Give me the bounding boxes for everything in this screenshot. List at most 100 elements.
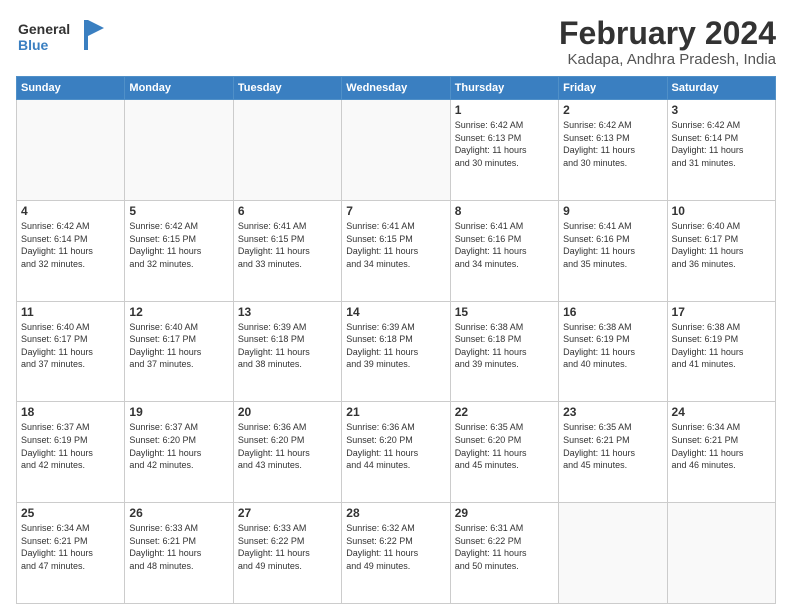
calendar-week-row: 25Sunrise: 6:34 AMSunset: 6:21 PMDayligh…: [17, 503, 776, 604]
table-row: 29 Sunrise: 6:31 AMSunset: 6:22 PMDayligh…: [450, 503, 558, 604]
day-number: 3: [672, 103, 771, 117]
day-number: 25: [21, 506, 120, 520]
day-info: Sunrise: 6:39 AMSunset: 6:18 PMDaylight:…: [238, 321, 337, 371]
day-info: Sunrise: 6:40 AMSunset: 6:17 PMDaylight:…: [672, 220, 771, 270]
table-row: 8Sunrise: 6:41 AMSunset: 6:16 PMDaylight…: [450, 200, 558, 301]
day-info: Sunrise: 6:42 AMSunset: 6:13 PMDaylight:…: [563, 119, 662, 169]
day-info: Sunrise: 6:36 AMSunset: 6:20 PMDaylight:…: [346, 421, 445, 471]
day-info: Sunrise: 6:38 AMSunset: 6:18 PMDaylight:…: [455, 321, 554, 371]
month-title: February 2024: [559, 16, 776, 51]
table-row: 21 Sunrise: 6:36 AMSunset: 6:20 PMDayligh…: [342, 402, 450, 503]
day-info: Sunrise: 6:32 AMSunset: 6:22 PMDaylight:…: [346, 522, 445, 572]
table-row: 2 Sunrise: 6:42 AMSunset: 6:13 PMDaylight…: [559, 100, 667, 201]
col-thursday: Thursday: [450, 77, 558, 100]
col-sunday: Sunday: [17, 77, 125, 100]
day-number: 28: [346, 506, 445, 520]
day-info: Sunrise: 6:35 AMSunset: 6:20 PMDaylight:…: [455, 421, 554, 471]
calendar-header-row: Sunday Monday Tuesday Wednesday Thursday…: [17, 77, 776, 100]
calendar-week-row: 11 Sunrise: 6:40 AMSunset: 6:17 PMDayligh…: [17, 301, 776, 402]
table-row: 6Sunrise: 6:41 AMSunset: 6:15 PMDaylight…: [233, 200, 341, 301]
day-info: Sunrise: 6:39 AMSunset: 6:18 PMDaylight:…: [346, 321, 445, 371]
day-info: Sunrise: 6:31 AMSunset: 6:22 PMDaylight:…: [455, 522, 554, 572]
day-number: 1: [455, 103, 554, 117]
day-number: 7: [346, 204, 445, 218]
day-number: 18: [21, 405, 120, 419]
table-row: [559, 503, 667, 604]
day-number: 16: [563, 305, 662, 319]
day-info: Sunrise: 6:33 AMSunset: 6:21 PMDaylight:…: [129, 522, 228, 572]
table-row: 5 Sunrise: 6:42 AMSunset: 6:15 PMDaylight…: [125, 200, 233, 301]
day-info: Sunrise: 6:35 AMSunset: 6:21 PMDaylight:…: [563, 421, 662, 471]
day-number: 29: [455, 506, 554, 520]
day-number: 6: [238, 204, 337, 218]
day-info: Sunrise: 6:37 AMSunset: 6:19 PMDaylight:…: [21, 421, 120, 471]
day-number: 17: [672, 305, 771, 319]
table-row: 18 Sunrise: 6:37 AMSunset: 6:19 PMDayligh…: [17, 402, 125, 503]
table-row: 20 Sunrise: 6:36 AMSunset: 6:20 PMDayligh…: [233, 402, 341, 503]
day-info: Sunrise: 6:41 AMSunset: 6:16 PMDaylight:…: [455, 220, 554, 270]
calendar-week-row: 18 Sunrise: 6:37 AMSunset: 6:19 PMDayligh…: [17, 402, 776, 503]
day-info: Sunrise: 6:42 AMSunset: 6:15 PMDaylight:…: [129, 220, 228, 270]
table-row: 23 Sunrise: 6:35 AMSunset: 6:21 PMDayligh…: [559, 402, 667, 503]
table-row: 15Sunrise: 6:38 AMSunset: 6:18 PMDayligh…: [450, 301, 558, 402]
table-row: 14 Sunrise: 6:39 AMSunset: 6:18 PMDayligh…: [342, 301, 450, 402]
day-number: 22: [455, 405, 554, 419]
table-row: 11 Sunrise: 6:40 AMSunset: 6:17 PMDayligh…: [17, 301, 125, 402]
day-number: 2: [563, 103, 662, 117]
table-row: 3 Sunrise: 6:42 AMSunset: 6:14 PMDaylight…: [667, 100, 775, 201]
day-number: 23: [563, 405, 662, 419]
svg-text:Blue: Blue: [18, 37, 49, 53]
table-row: [233, 100, 341, 201]
day-number: 24: [672, 405, 771, 419]
day-info: Sunrise: 6:42 AMSunset: 6:14 PMDaylight:…: [21, 220, 120, 270]
day-number: 9: [563, 204, 662, 218]
day-number: 10: [672, 204, 771, 218]
table-row: 9 Sunrise: 6:41 AMSunset: 6:16 PMDaylight…: [559, 200, 667, 301]
day-info: Sunrise: 6:36 AMSunset: 6:20 PMDaylight:…: [238, 421, 337, 471]
calendar-week-row: 1 Sunrise: 6:42 AMSunset: 6:13 PMDaylight…: [17, 100, 776, 201]
logo: General Blue: [16, 16, 106, 63]
table-row: 27Sunrise: 6:33 AMSunset: 6:22 PMDayligh…: [233, 503, 341, 604]
table-row: 4 Sunrise: 6:42 AMSunset: 6:14 PMDaylight…: [17, 200, 125, 301]
table-row: 22 Sunrise: 6:35 AMSunset: 6:20 PMDayligh…: [450, 402, 558, 503]
svg-text:General: General: [18, 21, 70, 37]
day-number: 12: [129, 305, 228, 319]
table-row: 28 Sunrise: 6:32 AMSunset: 6:22 PMDayligh…: [342, 503, 450, 604]
day-number: 5: [129, 204, 228, 218]
day-number: 20: [238, 405, 337, 419]
day-info: Sunrise: 6:38 AMSunset: 6:19 PMDaylight:…: [563, 321, 662, 371]
day-number: 21: [346, 405, 445, 419]
col-saturday: Saturday: [667, 77, 775, 100]
calendar-week-row: 4 Sunrise: 6:42 AMSunset: 6:14 PMDaylight…: [17, 200, 776, 301]
title-area: February 2024 Kadapa, Andhra Pradesh, In…: [559, 16, 776, 68]
location-title: Kadapa, Andhra Pradesh, India: [559, 51, 776, 68]
day-info: Sunrise: 6:41 AMSunset: 6:16 PMDaylight:…: [563, 220, 662, 270]
day-info: Sunrise: 6:42 AMSunset: 6:13 PMDaylight:…: [455, 119, 554, 169]
col-monday: Monday: [125, 77, 233, 100]
table-row: [125, 100, 233, 201]
page: General Blue February 2024 Kadapa, Andhr…: [0, 0, 792, 612]
header: General Blue February 2024 Kadapa, Andhr…: [16, 16, 776, 68]
day-info: Sunrise: 6:40 AMSunset: 6:17 PMDaylight:…: [21, 321, 120, 371]
table-row: 7Sunrise: 6:41 AMSunset: 6:15 PMDaylight…: [342, 200, 450, 301]
table-row: 13Sunrise: 6:39 AMSunset: 6:18 PMDayligh…: [233, 301, 341, 402]
col-wednesday: Wednesday: [342, 77, 450, 100]
day-number: 11: [21, 305, 120, 319]
day-number: 4: [21, 204, 120, 218]
table-row: 12Sunrise: 6:40 AMSunset: 6:17 PMDayligh…: [125, 301, 233, 402]
day-number: 27: [238, 506, 337, 520]
col-tuesday: Tuesday: [233, 77, 341, 100]
table-row: 10 Sunrise: 6:40 AMSunset: 6:17 PMDayligh…: [667, 200, 775, 301]
table-row: 24 Sunrise: 6:34 AMSunset: 6:21 PMDayligh…: [667, 402, 775, 503]
table-row: 1 Sunrise: 6:42 AMSunset: 6:13 PMDaylight…: [450, 100, 558, 201]
table-row: 25Sunrise: 6:34 AMSunset: 6:21 PMDayligh…: [17, 503, 125, 604]
table-row: [17, 100, 125, 201]
table-row: 26 Sunrise: 6:33 AMSunset: 6:21 PMDayligh…: [125, 503, 233, 604]
day-number: 26: [129, 506, 228, 520]
day-info: Sunrise: 6:34 AMSunset: 6:21 PMDaylight:…: [672, 421, 771, 471]
day-number: 14: [346, 305, 445, 319]
day-info: Sunrise: 6:42 AMSunset: 6:14 PMDaylight:…: [672, 119, 771, 169]
table-row: [667, 503, 775, 604]
logo-area: General Blue: [16, 16, 106, 63]
table-row: [342, 100, 450, 201]
